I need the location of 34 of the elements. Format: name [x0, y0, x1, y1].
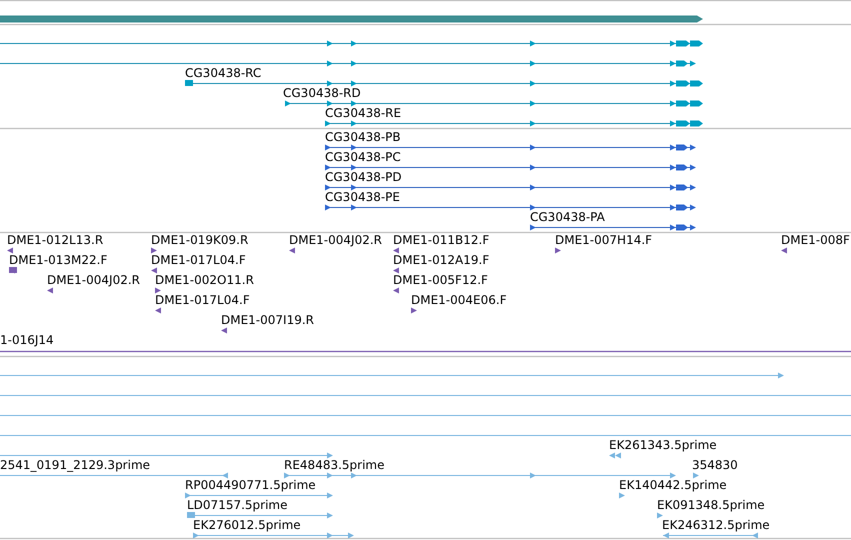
feature-label: DME1-004J02.R	[47, 273, 140, 287]
feature-label: DME1-007I19.R	[221, 313, 314, 327]
feature-label: DME1-013M22.F	[9, 253, 108, 267]
feature-label: DME1-012L13.R	[7, 233, 104, 247]
feature-label: CG30438-PA	[530, 210, 605, 224]
feature-label: DME1-019K09.R	[151, 233, 248, 247]
feature-label: DME1-004J02.R	[289, 233, 382, 247]
feature-label: DME1-017L04.F	[151, 253, 246, 267]
feature-label: DME1-002O11.R	[155, 273, 254, 287]
feature-label: EK276012.5prime	[193, 518, 301, 532]
feature-label: RP004490771.5prime	[185, 478, 316, 492]
feature-label: 354830	[692, 458, 738, 472]
feature-label: DME1-005F12.F	[393, 273, 488, 287]
feature-label: DME1-011B12.F	[393, 233, 490, 247]
feature-label: CG30438-PD	[325, 170, 402, 184]
feature-label: CG30438-PE	[325, 190, 400, 204]
feature-label: LD07157.5prime	[187, 498, 288, 512]
feature-label: CG30438-RE	[325, 106, 402, 120]
feature-label: DME1-007H14.F	[555, 233, 652, 247]
feature-label: EK246312.5prime	[662, 518, 770, 532]
feature-label: CG30438-PB	[325, 130, 401, 144]
feature-label: EK261343.5prime	[609, 438, 717, 452]
feature-label: EK091348.5prime	[657, 498, 765, 512]
feature-label: DME1-004E06.F	[411, 293, 507, 307]
feature-label: CG30438-RC	[185, 66, 262, 80]
feature-label: 1-016J14	[0, 333, 54, 347]
feature-label: EK140442.5prime	[619, 478, 727, 492]
feature-label: RE48483.5prime	[284, 458, 384, 472]
feature-label: 2541_0191_2129.3prime	[0, 458, 150, 472]
feature-label: CG30438-PC	[325, 150, 401, 164]
feature-label: CG30438-RD	[283, 86, 361, 100]
feature-label: DME1-012A19.F	[393, 253, 490, 267]
feature-label: DME1-017L04.F	[155, 293, 250, 307]
feature-label: DME1-008F	[781, 233, 850, 247]
